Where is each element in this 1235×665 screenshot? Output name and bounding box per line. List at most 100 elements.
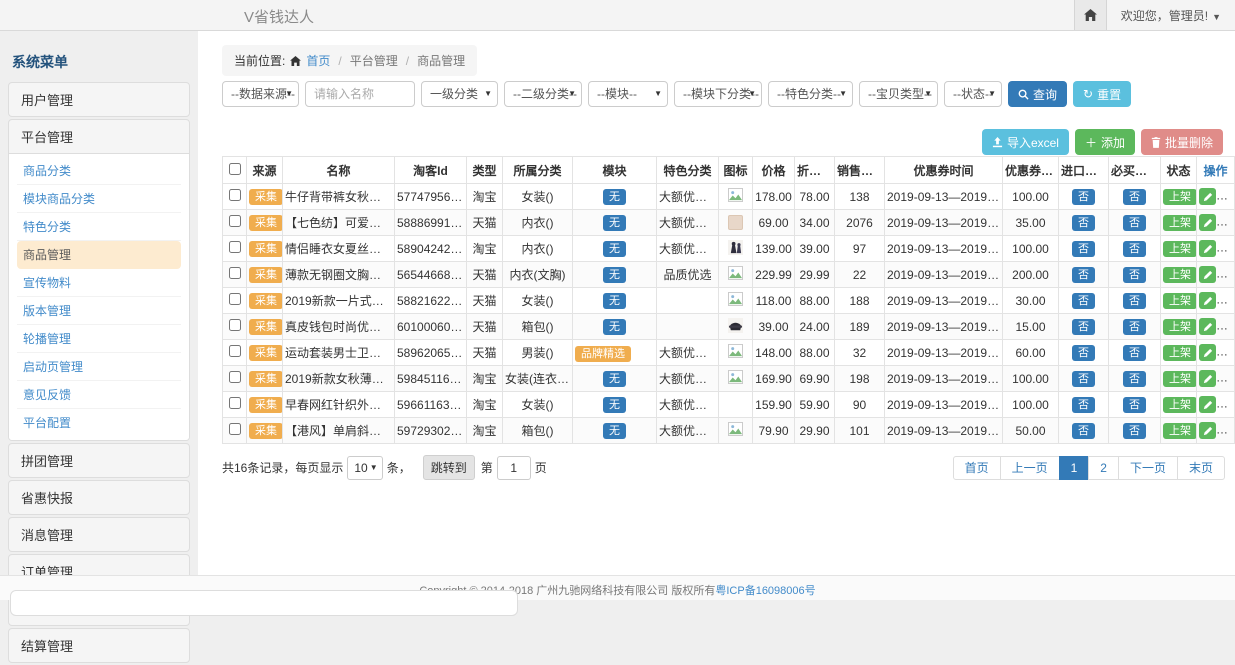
row-checkbox[interactable] [229, 319, 241, 331]
import-select-toggle[interactable]: 否 [1072, 371, 1095, 387]
product-type: 淘宝 [467, 418, 503, 444]
page-button-下一页[interactable]: 下一页 [1118, 456, 1178, 480]
page-button-1[interactable]: 1 [1059, 456, 1090, 480]
row-checkbox[interactable] [229, 397, 241, 409]
data-source-select[interactable]: --数据来源--▼ [222, 81, 299, 107]
edit-button[interactable] [1199, 292, 1216, 309]
status-button[interactable]: 上架 [1163, 319, 1197, 335]
level2-category-select[interactable]: --二级分类--▼ [504, 81, 582, 107]
level1-category-select[interactable]: 一级分类▼ [421, 81, 498, 107]
status-button[interactable]: 上架 [1163, 397, 1197, 413]
row-checkbox[interactable] [229, 371, 241, 383]
must-buy-toggle[interactable]: 否 [1123, 215, 1146, 231]
name-input[interactable] [305, 81, 415, 107]
row-checkbox[interactable] [229, 293, 241, 305]
search-button[interactable]: 查询 [1008, 81, 1067, 107]
status-button[interactable]: 上架 [1163, 215, 1197, 231]
sidebar-item-消息管理[interactable]: 消息管理 [9, 518, 189, 551]
must-buy-toggle[interactable]: 否 [1123, 371, 1146, 387]
import-select-toggle[interactable]: 否 [1072, 319, 1095, 335]
status-button[interactable]: 上架 [1163, 267, 1197, 283]
status-button[interactable]: 上架 [1163, 371, 1197, 387]
edit-button[interactable] [1199, 266, 1216, 283]
jump-button[interactable]: 跳转到 [423, 455, 475, 480]
sidebar-subitem-版本管理[interactable]: 版本管理 [17, 297, 181, 325]
status-button[interactable]: 上架 [1163, 423, 1197, 439]
reset-button[interactable]: ↻ 重置 [1073, 81, 1131, 107]
import-select-toggle[interactable]: 否 [1072, 423, 1095, 439]
must-buy-toggle[interactable]: 否 [1123, 241, 1146, 257]
must-buy-toggle[interactable]: 否 [1123, 293, 1146, 309]
sidebar-subitem-启动页管理[interactable]: 启动页管理 [17, 353, 181, 381]
sidebar-item-结算管理[interactable]: 结算管理 [9, 629, 189, 662]
status-button[interactable]: 上架 [1163, 345, 1197, 361]
feature-category-select[interactable]: --特色分类--▼ [768, 81, 853, 107]
import-excel-button[interactable]: 导入excel [982, 129, 1069, 155]
sidebar-subitem-宣传物料[interactable]: 宣传物料 [17, 269, 181, 297]
page-button-2[interactable]: 2 [1088, 456, 1119, 480]
must-buy-toggle[interactable]: 否 [1123, 345, 1146, 361]
must-buy-toggle[interactable]: 否 [1123, 319, 1146, 335]
edit-button[interactable] [1199, 214, 1216, 231]
import-select-toggle[interactable]: 否 [1072, 345, 1095, 361]
icp-link[interactable]: 粤ICP备16098006号 [715, 585, 815, 597]
module-select[interactable]: --模块--▼ [588, 81, 668, 107]
row-checkbox[interactable] [229, 215, 241, 227]
user-menu[interactable]: 欢迎您，管理员!▼ [1107, 7, 1235, 24]
jump-page-input[interactable] [497, 456, 531, 480]
module-subcategory-select[interactable]: --模块下分类--▼ [674, 81, 762, 107]
select-all-header[interactable] [223, 157, 247, 184]
import-select-toggle[interactable]: 否 [1072, 189, 1095, 205]
select-all-checkbox[interactable] [229, 163, 241, 175]
sidebar-subitem-模块商品分类[interactable]: 模块商品分类 [17, 185, 181, 213]
status-select[interactable]: --状态--▼ [944, 81, 1002, 107]
breadcrumb: 当前位置: 首页 / 平台管理 / 商品管理 [222, 45, 477, 76]
edit-button[interactable] [1199, 422, 1216, 439]
add-button[interactable]: ＋ 添加 [1075, 129, 1135, 155]
item-type-select[interactable]: --宝贝类型--▼ [859, 81, 938, 107]
import-select-toggle[interactable]: 否 [1072, 397, 1095, 413]
source-badge: 采集 [249, 345, 283, 361]
must-buy-toggle[interactable]: 否 [1123, 189, 1146, 205]
status-button[interactable]: 上架 [1163, 293, 1197, 309]
edit-button[interactable] [1199, 318, 1216, 335]
row-checkbox[interactable] [229, 241, 241, 253]
sidebar-item-用户管理[interactable]: 用户管理 [9, 83, 189, 116]
status-button[interactable]: 上架 [1163, 189, 1197, 205]
import-select-toggle[interactable]: 否 [1072, 215, 1095, 231]
import-select-toggle[interactable]: 否 [1072, 241, 1095, 257]
import-select-toggle[interactable]: 否 [1072, 293, 1095, 309]
sidebar-item-省惠快报[interactable]: 省惠快报 [9, 481, 189, 514]
per-page-select[interactable]: 10▼ [347, 456, 382, 480]
batch-delete-button[interactable]: 批量删除 [1141, 129, 1223, 155]
sidebar-subitem-轮播管理[interactable]: 轮播管理 [17, 325, 181, 353]
sidebar-subitem-商品管理[interactable]: 商品管理 [17, 241, 181, 269]
row-checkbox[interactable] [229, 189, 241, 201]
status-button[interactable]: 上架 [1163, 241, 1197, 257]
page-button-上一页[interactable]: 上一页 [1000, 456, 1060, 480]
sidebar-subitem-特色分类[interactable]: 特色分类 [17, 213, 181, 241]
row-checkbox[interactable] [229, 267, 241, 279]
row-checkbox[interactable] [229, 345, 241, 357]
discount-price: 24.00 [795, 314, 835, 340]
page-button-末页[interactable]: 末页 [1177, 456, 1225, 480]
import-select-toggle[interactable]: 否 [1072, 267, 1095, 283]
sidebar-item-平台管理[interactable]: 平台管理 [9, 120, 189, 153]
must-buy-toggle[interactable]: 否 [1123, 267, 1146, 283]
page-button-首页[interactable]: 首页 [953, 456, 1001, 480]
edit-button[interactable] [1199, 344, 1216, 361]
edit-button[interactable] [1199, 396, 1216, 413]
must-buy-toggle[interactable]: 否 [1123, 423, 1146, 439]
row-checkbox[interactable] [229, 423, 241, 435]
home-button[interactable] [1074, 0, 1107, 30]
sidebar-subitem-意见反馈[interactable]: 意见反馈 [17, 381, 181, 409]
must-buy-toggle[interactable]: 否 [1123, 397, 1146, 413]
sidebar-item-拼团管理[interactable]: 拼团管理 [9, 444, 189, 477]
edit-button[interactable] [1199, 240, 1216, 257]
edit-button[interactable] [1199, 188, 1216, 205]
feature-category: 大额优惠券 [657, 366, 719, 392]
edit-button[interactable] [1199, 370, 1216, 387]
breadcrumb-home-link[interactable]: 首页 [306, 52, 330, 69]
sidebar-subitem-商品分类[interactable]: 商品分类 [17, 157, 181, 185]
sidebar-subitem-平台配置[interactable]: 平台配置 [17, 409, 181, 437]
